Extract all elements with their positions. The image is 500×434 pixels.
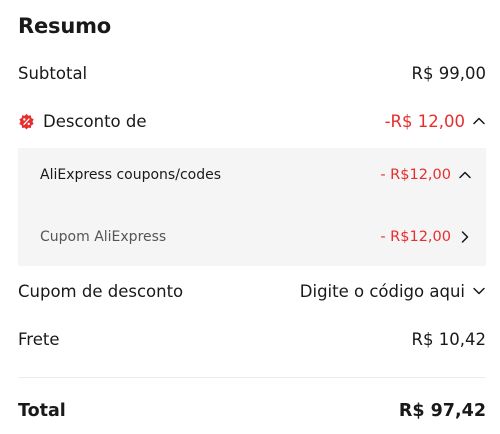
cupom-aliexpress-row[interactable]: Cupom AliExpress - R$12,00 <box>40 226 472 248</box>
subtotal-value: R$ 99,00 <box>411 63 486 83</box>
subtotal-label: Subtotal <box>18 63 88 83</box>
chevron-up-icon[interactable] <box>458 168 472 182</box>
coupon-codes-row[interactable]: AliExpress coupons/codes - R$12,00 <box>40 164 472 186</box>
coupon-codes-value-group: - R$12,00 <box>380 167 472 183</box>
coupon-codes-value: - R$12,00 <box>380 167 451 183</box>
discount-label: Desconto de <box>43 111 147 131</box>
order-summary: Resumo Subtotal R$ 99,00 Desconto de -R$… <box>0 0 500 434</box>
shipping-label: Frete <box>18 329 60 349</box>
shipping-value: R$ 10,42 <box>411 329 486 349</box>
total-label: Total <box>18 401 66 421</box>
chevron-right-icon[interactable] <box>458 230 472 244</box>
coupon-input-group[interactable]: Digite o código aqui <box>300 282 486 301</box>
discount-label-group: Desconto de <box>18 112 147 131</box>
divider <box>18 377 486 378</box>
shipping-row: Frete R$ 10,42 <box>18 326 486 352</box>
coupon-label: Cupom de desconto <box>18 281 184 301</box>
discount-value: -R$ 12,00 <box>384 111 465 131</box>
discount-value-group: -R$ 12,00 <box>385 112 486 131</box>
coupon-codes-label: AliExpress coupons/codes <box>40 167 222 183</box>
discount-row[interactable]: Desconto de -R$ 12,00 <box>18 108 486 134</box>
total-value: R$ 97,42 <box>398 401 486 421</box>
total-row: Total R$ 97,42 <box>18 398 486 424</box>
discount-details-panel: AliExpress coupons/codes - R$12,00 Cupom… <box>18 148 486 266</box>
discount-badge-icon <box>19 113 34 129</box>
summary-title: Resumo <box>18 14 111 38</box>
chevron-down-icon[interactable] <box>472 284 486 298</box>
cupom-aliexpress-label: Cupom AliExpress <box>40 229 167 245</box>
cupom-aliexpress-value-group: - R$12,00 <box>380 229 472 245</box>
coupon-code-placeholder[interactable]: Digite o código aqui <box>300 282 465 301</box>
subtotal-row: Subtotal R$ 99,00 <box>18 60 486 86</box>
chevron-up-icon[interactable] <box>472 114 486 128</box>
cupom-aliexpress-value: - R$12,00 <box>380 229 451 245</box>
coupon-row[interactable]: Cupom de desconto Digite o código aqui <box>18 278 486 304</box>
